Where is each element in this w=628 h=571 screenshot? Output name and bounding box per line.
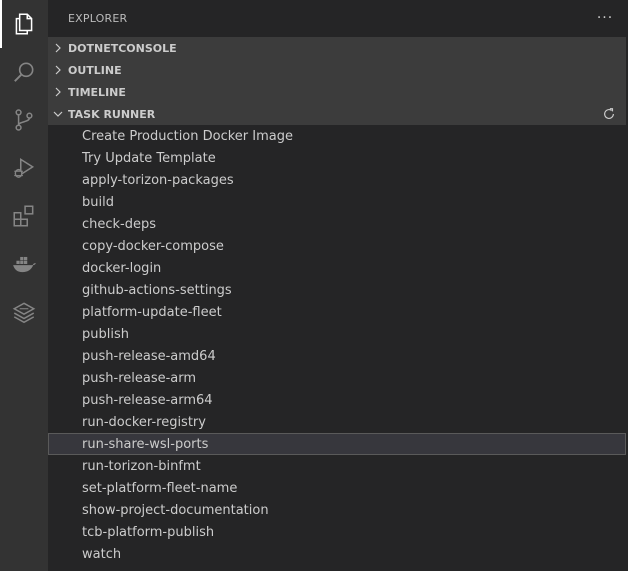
activity-source-control[interactable] [0,96,48,144]
task-item[interactable]: tcb-platform-publish [48,521,626,543]
task-item[interactable]: watch [48,543,626,565]
chevron-right-icon [48,59,68,81]
source-control-icon [15,109,33,131]
activity-docker[interactable] [0,240,48,288]
more-actions-button[interactable]: ··· [596,9,614,27]
activity-layers[interactable] [0,288,48,336]
chevron-down-icon [48,103,68,125]
activity-search[interactable] [0,48,48,96]
task-item[interactable]: copy-docker-compose [48,235,626,257]
extensions-icon [13,205,34,227]
task-item[interactable]: docker-login [48,257,626,279]
task-item[interactable]: build [48,191,626,213]
task-item[interactable]: platform-update-fleet [48,301,626,323]
section-timeline[interactable]: TIMELINE [48,81,626,103]
task-item[interactable]: publish [48,323,626,345]
task-item[interactable]: apply-torizon-packages [48,169,626,191]
task-item[interactable]: set-platform-fleet-name [48,477,626,499]
refresh-button[interactable] [600,105,618,123]
chevron-right-icon [48,37,68,59]
task-item[interactable]: run-torizon-binfmt [48,455,626,477]
section-dotnetconsole[interactable]: DOTNETCONSOLE [48,37,626,59]
sidebar-title-label: EXPLORER [68,11,128,25]
task-item[interactable]: push-release-arm [48,367,626,389]
activity-explorer[interactable] [0,0,48,48]
refresh-icon [604,108,614,119]
chevron-right-icon [48,81,68,103]
section-task-runner[interactable]: TASK RUNNER [48,103,626,125]
sidebar-title: EXPLORER [48,0,628,36]
task-item[interactable]: check-deps [48,213,626,235]
section-label: OUTLINE [68,63,122,77]
task-item[interactable]: push-release-arm64 [48,389,626,411]
task-item[interactable]: push-release-amd64 [48,345,626,367]
task-item[interactable]: Try Update Template [48,147,626,169]
section-label: TIMELINE [68,85,126,99]
task-item[interactable]: run-docker-registry [48,411,626,433]
section-outline[interactable]: OUTLINE [48,59,626,81]
run-debug-icon [14,157,35,178]
task-item[interactable]: github-actions-settings [48,279,626,301]
docker-icon [13,256,36,273]
task-item[interactable]: run-share-wsl-ports [48,433,626,455]
activity-bar [0,0,48,571]
section-label: DOTNETCONSOLE [68,41,177,55]
task-item[interactable]: Create Production Docker Image [48,125,626,147]
activity-extensions[interactable] [0,192,48,240]
section-label: TASK RUNNER [68,107,156,121]
layers-icon [12,302,36,324]
search-icon [14,62,34,82]
task-list: Create Production Docker Image Try Update… [48,125,626,565]
task-item[interactable]: show-project-documentation [48,499,626,521]
explorer-icon [15,13,33,35]
sidebar: EXPLORER ··· DOTNETCONSOLE OUTLINE TIMEL… [48,0,628,571]
activity-run-debug[interactable] [0,144,48,192]
vscode-window: EXPLORER ··· DOTNETCONSOLE OUTLINE TIMEL… [0,0,628,571]
